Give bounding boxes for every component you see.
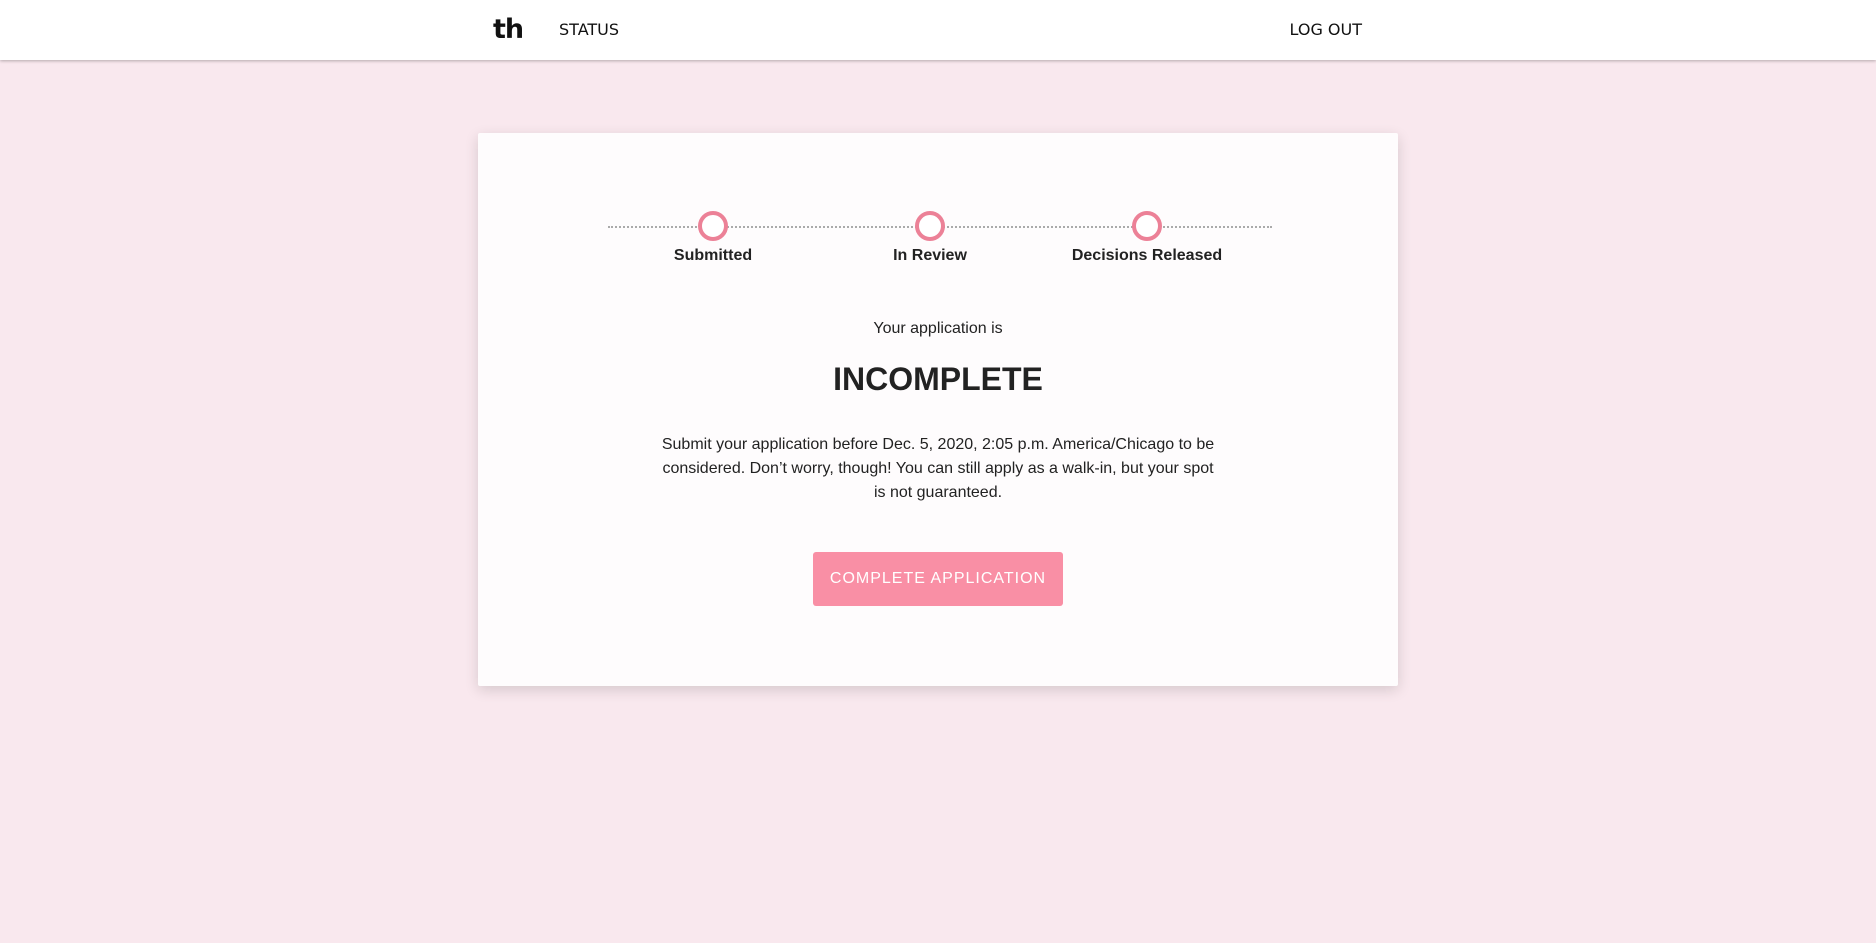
application-status-card: Submitted In Review Decisions Released Y…: [478, 133, 1398, 686]
step-label: Decisions Released: [1071, 247, 1223, 264]
step-circle-icon: [915, 211, 945, 241]
logout-link[interactable]: LOG OUT: [1290, 20, 1363, 40]
step-decisions-released: Decisions Released: [1047, 211, 1247, 266]
nav-status-link[interactable]: STATUS: [559, 20, 619, 40]
step-in-review: In Review: [830, 211, 1030, 266]
complete-application-button[interactable]: COMPLETE APPLICATION: [813, 552, 1063, 606]
step-circle-icon: [1132, 211, 1162, 241]
step-circle-icon: [698, 211, 728, 241]
progress-stepper: Submitted In Review Decisions Released: [608, 211, 1272, 271]
status-intro-text: Your application is: [873, 320, 1003, 337]
logo[interactable]: th: [493, 14, 524, 46]
top-nav-bar: th STATUS LOG OUT: [0, 0, 1876, 60]
deadline-message: Submit your application before Dec. 5, 2…: [661, 436, 1215, 501]
step-label: Submitted: [673, 247, 753, 264]
step-submitted: Submitted: [613, 211, 813, 266]
application-status-heading: INCOMPLETE: [833, 361, 1043, 397]
step-label: In Review: [893, 247, 967, 264]
